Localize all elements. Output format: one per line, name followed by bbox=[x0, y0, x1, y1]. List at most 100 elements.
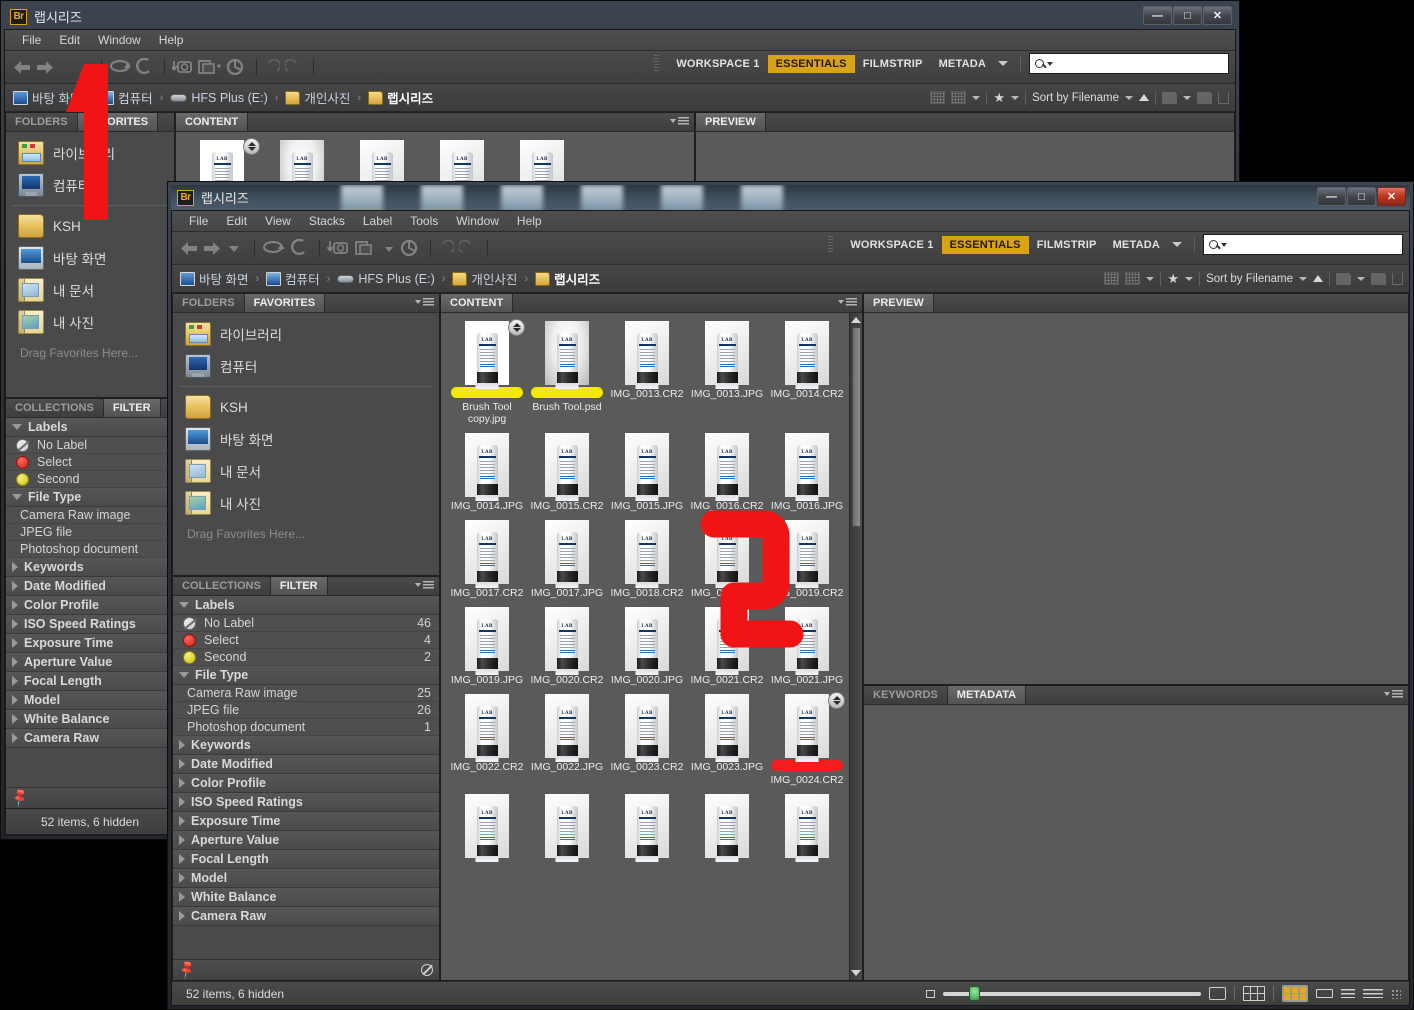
tab-collections[interactable]: COLLECTIONS bbox=[6, 399, 104, 417]
thumbnail-image[interactable]: LAB bbox=[447, 792, 527, 862]
front-search-input[interactable] bbox=[1203, 234, 1403, 255]
thumbnail-cell[interactable]: LAB IMG_0022.CR2 bbox=[447, 692, 527, 786]
filter-chevron-down-icon[interactable] bbox=[972, 95, 981, 100]
thumbnail-cell[interactable]: LAB IMG_0019.JPG bbox=[447, 605, 527, 686]
front-preview-tabs[interactable]: PREVIEW bbox=[864, 294, 1408, 313]
thumbnail-image[interactable]: LAB bbox=[767, 692, 847, 762]
thumbnail-image[interactable]: LAB bbox=[607, 692, 687, 762]
front-filter-panel-tabs[interactable]: COLLECTIONS FILTER bbox=[173, 577, 439, 596]
thumbnail-image[interactable]: LAB bbox=[607, 319, 687, 389]
thumbnail-cell[interactable]: LAB bbox=[447, 792, 527, 862]
thumbnail-cell[interactable]: LAB bbox=[767, 792, 847, 862]
breadcrumb-item-4[interactable]: 랩시리즈 bbox=[368, 88, 433, 107]
chevron-down-icon[interactable] bbox=[179, 602, 189, 608]
sort-chevron-down-icon[interactable] bbox=[1125, 95, 1133, 100]
front-left-panel-tabs[interactable]: FOLDERS FAVORITES bbox=[173, 294, 439, 313]
clear-filter-icon[interactable] bbox=[421, 964, 433, 976]
front-content-tabs[interactable]: CONTENT bbox=[441, 294, 862, 313]
workspace-chevron-down-icon[interactable] bbox=[1172, 242, 1182, 247]
thumbnail-cell[interactable]: LAB bbox=[607, 792, 687, 862]
rating-chevron-down-icon[interactable] bbox=[1011, 95, 1020, 100]
open-recent-folder-icon[interactable] bbox=[1336, 272, 1351, 285]
thumbnail-image[interactable]: LAB bbox=[527, 319, 607, 389]
keep-filter-pin-icon[interactable]: 📌 bbox=[176, 959, 198, 980]
workspace-filmstrip[interactable]: FILMSTRIP bbox=[1029, 236, 1105, 254]
thumbnail-image[interactable]: LAB bbox=[527, 431, 607, 501]
close-button[interactable]: ✕ bbox=[1377, 187, 1406, 206]
thumbnail-cell[interactable]: LAB IMG_0013.JPG bbox=[687, 319, 767, 425]
scrollbar-thumb[interactable] bbox=[851, 327, 861, 527]
filter-group-keywords[interactable]: Keywords bbox=[6, 558, 174, 577]
thumbnail-cell[interactable]: LAB Brush Tool.psd bbox=[527, 319, 607, 425]
breadcrumb-item-2[interactable]: HFS Plus (E:) bbox=[337, 272, 435, 286]
thumbnail-image[interactable]: LAB bbox=[687, 792, 767, 862]
filter-row-photoshop-document[interactable]: Photoshop document bbox=[6, 541, 174, 558]
maximize-button[interactable]: □ bbox=[1173, 6, 1202, 25]
thumbnail-cell[interactable]: LAB IMG_0015.JPG bbox=[607, 431, 687, 512]
chevron-right-icon[interactable] bbox=[12, 714, 18, 724]
filter-row-camera-raw-image[interactable]: Camera Raw image bbox=[6, 507, 174, 524]
stack-badge-icon[interactable] bbox=[508, 319, 525, 336]
filter-group-focal-length[interactable]: Focal Length bbox=[173, 850, 439, 869]
filter-group-model[interactable]: Model bbox=[6, 691, 174, 710]
filter-group-file-type[interactable]: File Type bbox=[6, 488, 174, 507]
front-path-tools[interactable]: ★ Sort by Filename bbox=[1104, 271, 1403, 287]
back-preview-tabs[interactable]: PREVIEW bbox=[696, 113, 1234, 132]
delete-icon[interactable] bbox=[1392, 272, 1403, 285]
breadcrumb-item-1[interactable]: 컴퓨터 bbox=[266, 269, 320, 288]
front-metadata-tabs[interactable]: KEYWORDS METADATA bbox=[864, 686, 1408, 705]
filter-row-no-label[interactable]: No Label 46 bbox=[173, 615, 439, 632]
rotate-counterclockwise-icon[interactable] bbox=[136, 58, 152, 76]
content-panel-menu-icon[interactable] bbox=[670, 117, 689, 125]
open-recent-folder-icon[interactable] bbox=[1162, 91, 1177, 104]
tab-favorites[interactable]: FAVORITES bbox=[77, 113, 159, 131]
thumbnail-cell[interactable]: LAB IMG_0024.CR2 bbox=[767, 692, 847, 786]
chevron-right-icon[interactable] bbox=[12, 600, 18, 610]
thumbnail-cell[interactable]: LAB IMG_0023.JPG bbox=[687, 692, 767, 786]
filter-items-icon[interactable] bbox=[1125, 272, 1141, 285]
favorite-item-3[interactable]: 바탕 화면 bbox=[173, 423, 439, 455]
smaller-thumbnail-icon[interactable] bbox=[926, 989, 935, 998]
sort-ascending-icon[interactable] bbox=[1139, 94, 1149, 101]
view-thumbnails-icon[interactable] bbox=[1282, 985, 1308, 1002]
back-workspace-bar[interactable]: WORKSPACE 1 ESSENTIALS FILMSTRIP METADA bbox=[654, 53, 1229, 74]
view-compact-icon[interactable] bbox=[1363, 989, 1383, 998]
thumbnail-image[interactable]: LAB bbox=[527, 518, 607, 588]
thumbnail-cell[interactable]: LAB IMG_0015.CR2 bbox=[527, 431, 607, 512]
thumbnail-cell[interactable]: LAB IMG_0017.CR2 bbox=[447, 518, 527, 599]
tab-favorites[interactable]: FAVORITES bbox=[244, 294, 326, 312]
keep-filter-pin-icon[interactable]: 📌 bbox=[9, 787, 31, 808]
chevron-right-icon[interactable] bbox=[12, 676, 18, 686]
thumbnail-image[interactable]: LAB bbox=[687, 431, 767, 501]
chevron-right-icon[interactable] bbox=[12, 562, 18, 572]
thumbnail-cell[interactable]: LAB IMG_0017.JPG bbox=[527, 518, 607, 599]
tab-filter[interactable]: FILTER bbox=[103, 399, 161, 417]
thumbnail-image[interactable]: LAB bbox=[767, 605, 847, 675]
back-content-tabs[interactable]: CONTENT bbox=[176, 113, 694, 132]
thumbnail-cell[interactable]: LAB IMG_0020.CR2 bbox=[527, 605, 607, 686]
chevron-right-icon[interactable] bbox=[179, 854, 185, 864]
front-sort-label[interactable]: Sort by Filename bbox=[1206, 273, 1293, 285]
back-filter-list[interactable]: Labels No Label Select Second File Type Camer… bbox=[6, 418, 174, 787]
larger-thumbnail-icon[interactable] bbox=[1209, 987, 1226, 1000]
bridge-window-front[interactable]: Br 랩시리즈 — □ ✕ File Edit View Stacks Label Too… bbox=[167, 181, 1414, 1010]
sort-chevron-down-icon[interactable] bbox=[1299, 276, 1307, 281]
chevron-right-icon[interactable] bbox=[179, 873, 185, 883]
chevron-right-icon[interactable] bbox=[179, 892, 185, 902]
chevron-right-icon[interactable] bbox=[12, 581, 18, 591]
content-vertical-scrollbar[interactable] bbox=[849, 313, 862, 980]
rotate-counterclockwise-icon[interactable] bbox=[291, 239, 307, 257]
back-arrow-icon[interactable] bbox=[13, 60, 31, 75]
back-sort-label[interactable]: Sort by Filename bbox=[1032, 92, 1119, 104]
thumbnail-cell[interactable]: LAB IMG_0018.JPG bbox=[687, 518, 767, 599]
filter-row-jpeg-file[interactable]: JPEG file bbox=[6, 524, 174, 541]
favorite-item-2[interactable]: KSH bbox=[173, 391, 439, 423]
thumbnail-cell[interactable]: LAB IMG_0019.CR2 bbox=[767, 518, 847, 599]
breadcrumb-item-3[interactable]: 개인사진 bbox=[452, 269, 517, 288]
thumbnail-image[interactable]: LAB bbox=[767, 518, 847, 588]
thumbnail-image[interactable]: LAB bbox=[607, 792, 687, 862]
thumbnail-image[interactable]: LAB bbox=[687, 319, 767, 389]
favorite-item-2[interactable]: KSH bbox=[6, 210, 174, 242]
breadcrumb-item-1[interactable]: 컴퓨터 bbox=[99, 88, 153, 107]
favorite-item-0[interactable]: 라이브러리 bbox=[173, 318, 439, 350]
